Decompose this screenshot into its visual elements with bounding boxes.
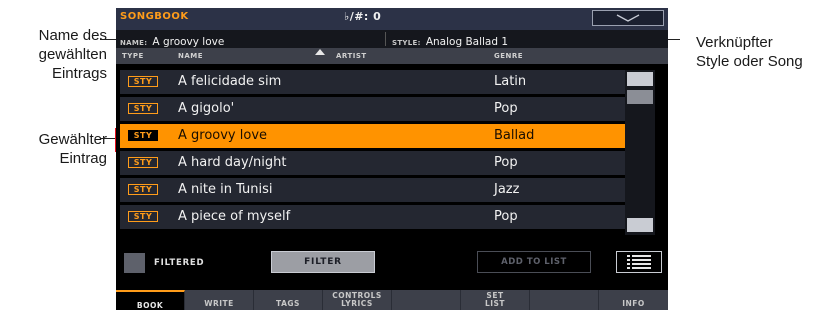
style-type-badge: STY	[128, 157, 158, 168]
entry-genre-cell: Pop	[494, 209, 518, 224]
tab-write[interactable]: WRITE	[185, 290, 254, 310]
list-row[interactable]: STY A felicidade sim Latin	[120, 70, 625, 94]
entry-name-label: NAME:	[120, 39, 148, 47]
linked-style-label: STYLE:	[392, 39, 421, 47]
tab-controls-lyrics[interactable]: CONTROLS LYRICS	[323, 290, 392, 310]
column-header-name[interactable]: NAME	[178, 52, 203, 60]
tab-tags[interactable]: TAGS	[254, 290, 323, 310]
scrollbar-thumb[interactable]	[627, 90, 653, 104]
entry-name-cell: A nite in Tunisi	[178, 182, 273, 197]
chevron-down-icon	[616, 14, 640, 22]
tab-empty-2[interactable]	[530, 290, 599, 310]
transpose-readout[interactable]: ♭/#: 0	[344, 10, 381, 23]
tab-info[interactable]: INFO	[599, 290, 668, 310]
list-view-button[interactable]	[616, 251, 662, 273]
column-header-genre[interactable]: GENRE	[494, 52, 523, 60]
scroll-up-button[interactable]	[627, 72, 653, 86]
scroll-down-button[interactable]	[627, 218, 653, 232]
column-header-artist[interactable]: ARTIST	[336, 52, 367, 60]
linked-style[interactable]: STYLE: Analog Ballad 1	[392, 30, 508, 48]
filter-button[interactable]: FILTER	[271, 251, 375, 273]
list-row[interactable]: STY A gigolo' Pop	[120, 97, 625, 121]
filtered-checkbox[interactable]	[124, 253, 145, 273]
list-row[interactable]: STY A piece of myself Pop	[120, 205, 625, 229]
entry-genre-cell: Latin	[494, 74, 527, 89]
tab-bar: BOOK WRITE TAGS CONTROLS LYRICS SET LIST I…	[116, 290, 668, 310]
entry-name: NAME: A groovy love	[120, 30, 224, 48]
callout-gewaehlter-eintrag: Gewählter Eintrag	[38, 131, 107, 167]
entry-genre-cell: Ballad	[494, 128, 535, 143]
list-row[interactable]: STY A hard day/night Pop	[120, 151, 625, 175]
entry-name-value: A groovy love	[152, 36, 225, 48]
entry-name-cell: A gigolo'	[178, 101, 235, 116]
column-header-type[interactable]: TYPE	[122, 52, 144, 60]
filtered-label: FILTERED	[154, 258, 205, 268]
style-type-badge: STY	[128, 76, 158, 87]
style-type-badge: STY	[128, 103, 158, 114]
tab-set-list[interactable]: SET LIST	[461, 290, 530, 310]
entry-name-cell: A felicidade sim	[178, 74, 282, 89]
linked-style-value: Analog Ballad 1	[425, 36, 509, 48]
entry-name-cell: A piece of myself	[178, 209, 291, 224]
tab-book[interactable]: BOOK	[116, 290, 185, 310]
list-header: TYPE NAME ARTIST GENRE	[116, 48, 668, 64]
sort-ascending-icon	[315, 49, 325, 55]
list-row-selected[interactable]: STY A groovy love Ballad	[120, 124, 625, 148]
entry-genre-cell: Jazz	[494, 182, 520, 197]
list-view-icon	[627, 255, 651, 269]
entry-name-cell: A groovy love	[178, 128, 268, 143]
callout-line-selected	[100, 138, 116, 139]
current-entry-row: NAME: A groovy love STYLE: Analog Ballad…	[116, 30, 668, 49]
page-menu-button[interactable]	[592, 10, 664, 26]
callout-verknuepfter-style: Verknüpfter Style oder Song	[696, 34, 803, 70]
entry-genre-cell: Pop	[494, 101, 518, 116]
name-style-divider	[385, 32, 386, 46]
style-type-badge: STY	[128, 184, 158, 195]
add-to-list-button[interactable]: ADD TO LIST	[477, 251, 591, 273]
callout-name-des-eintrags: Name des gewählten Eintrags	[38, 27, 107, 82]
page-title: SONGBOOK	[120, 11, 189, 22]
style-type-badge: STY	[128, 130, 158, 141]
top-bar: SONGBOOK ♭/#: 0	[116, 8, 668, 30]
list-scrollbar[interactable]	[625, 70, 655, 235]
entry-name-cell: A hard day/night	[178, 155, 287, 170]
entry-genre-cell: Pop	[494, 155, 518, 170]
songbook-screen: SONGBOOK ♭/#: 0 NAME: A groovy love STYL…	[116, 8, 668, 310]
list-row[interactable]: STY A nite in Tunisi Jazz	[120, 178, 625, 202]
style-type-badge: STY	[128, 211, 158, 222]
tab-empty-1[interactable]	[392, 290, 461, 310]
